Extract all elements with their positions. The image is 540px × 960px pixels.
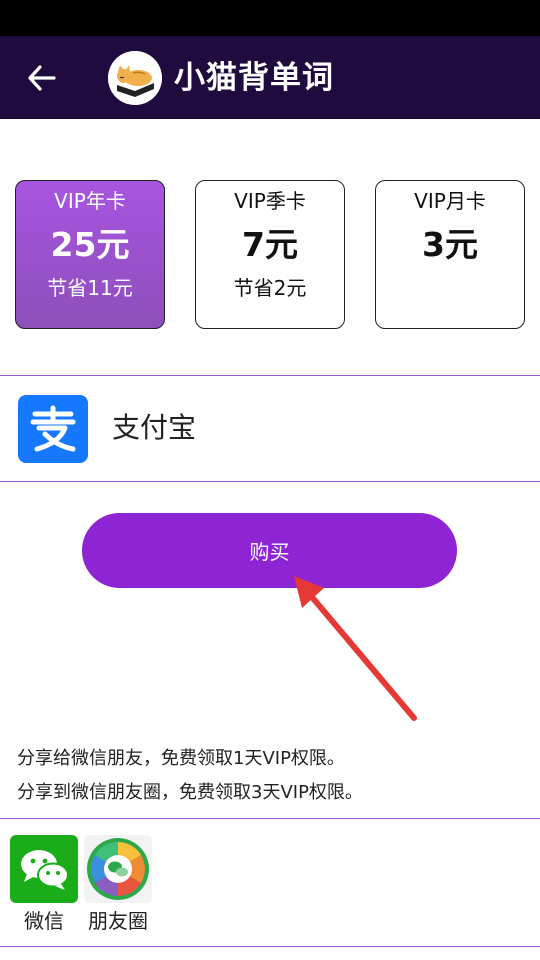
buy-button[interactable]: 购买	[82, 513, 457, 588]
alipay-icon	[18, 395, 88, 463]
payment-method-alipay[interactable]: 支付宝	[0, 377, 540, 481]
plan-card-quarterly[interactable]: VIP季卡 7元 节省2元	[195, 180, 345, 329]
wechat-icon	[10, 835, 78, 903]
divider	[0, 375, 540, 376]
payment-method-label: 支付宝	[112, 411, 197, 444]
divider	[0, 481, 540, 482]
share-moments-button[interactable]: 朋友圈	[83, 835, 153, 934]
plan-price: 3元	[422, 225, 478, 264]
plan-savings: 节省11元	[47, 276, 133, 300]
plan-name: VIP月卡	[414, 189, 486, 213]
plan-name: VIP年卡	[54, 189, 126, 213]
share-moments-label: 朋友圈	[88, 909, 148, 933]
plan-card-yearly[interactable]: VIP年卡 25元 节省11元	[15, 180, 165, 329]
share-wechat-button[interactable]: 微信	[9, 835, 79, 934]
alipay-glyph-icon	[30, 405, 76, 452]
back-button[interactable]	[18, 60, 66, 96]
share-wechat-label: 微信	[24, 909, 64, 933]
app-title: 小猫背单词	[174, 60, 334, 96]
arrow-left-icon	[28, 65, 56, 91]
plan-name: VIP季卡	[234, 189, 306, 213]
status-bar	[0, 0, 540, 36]
plan-price: 7元	[242, 225, 298, 264]
divider	[0, 946, 540, 947]
moments-icon	[84, 835, 152, 903]
plan-price: 25元	[50, 225, 130, 264]
plan-card-monthly[interactable]: VIP月卡 3元	[375, 180, 525, 329]
app-bar: 小猫背单词	[0, 36, 540, 119]
share-moments-text: 分享到微信朋友圈，免费领取3天VIP权限。	[17, 782, 363, 803]
cat-on-book-logo	[108, 51, 162, 105]
annotation-arrow-icon	[294, 576, 417, 721]
divider	[0, 818, 540, 819]
plan-savings: 节省2元	[233, 276, 307, 300]
app-logo	[108, 51, 162, 105]
share-friend-text: 分享给微信朋友，免费领取1天VIP权限。	[17, 748, 345, 769]
